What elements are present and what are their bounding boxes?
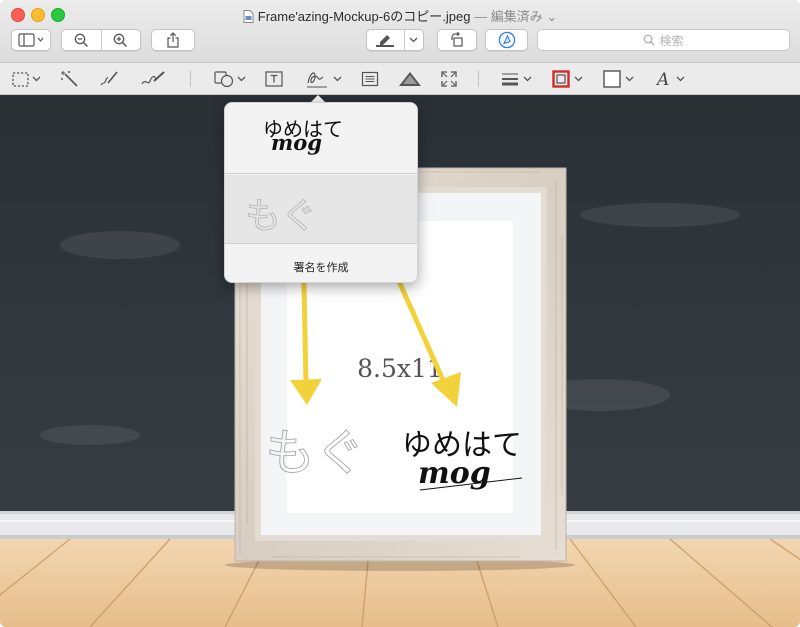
titlebar: Frame'azing-Mockup-6のコピー.jpeg — 編集済み ⌄ 検… bbox=[0, 0, 800, 63]
draw-pen-icon bbox=[141, 71, 165, 85]
signature-popover: ゆめはて mog もぐ 署名を作成 bbox=[224, 102, 418, 283]
sketch-pen-icon bbox=[100, 71, 118, 86]
draw-tool[interactable] bbox=[140, 69, 166, 89]
highlighter-icon bbox=[376, 35, 395, 47]
adjust-color-tool[interactable] bbox=[398, 69, 422, 89]
placed-signature-handwritten: もぐ bbox=[265, 424, 365, 482]
signature-item-handwritten-text: もぐ bbox=[245, 196, 318, 238]
rotate-button[interactable] bbox=[437, 29, 477, 51]
adjust-color-icon bbox=[399, 72, 421, 86]
window-title-status[interactable]: — 編集済み ⌄ bbox=[474, 9, 557, 24]
chevron-down-icon bbox=[625, 76, 634, 82]
signature-item-handwritten[interactable]: もぐ bbox=[225, 175, 417, 243]
highlight-button[interactable] bbox=[367, 33, 404, 47]
zoom-in-icon bbox=[113, 33, 128, 47]
search-placeholder: 検索 bbox=[659, 33, 684, 48]
search-icon bbox=[644, 34, 655, 46]
border-color-tool[interactable] bbox=[552, 69, 583, 89]
note-icon bbox=[361, 71, 379, 87]
signature-item-line2-text: mog bbox=[271, 130, 322, 155]
zoom-out-button[interactable] bbox=[62, 33, 101, 48]
line-style-icon bbox=[502, 73, 518, 86]
window-title-filename: Frame'azing-Mockup-6のコピー.jpeg bbox=[257, 9, 471, 24]
toolbar-divider bbox=[190, 70, 191, 87]
frame-size-label: 8.5x11 bbox=[357, 354, 443, 383]
text-box-icon bbox=[265, 71, 283, 87]
window-title: Frame'azing-Mockup-6のコピー.jpeg — 編集済み ⌄ bbox=[0, 6, 800, 25]
markup-toolbar: A bbox=[0, 63, 800, 95]
shapes-icon bbox=[214, 71, 234, 88]
rotate-left-icon bbox=[451, 32, 463, 47]
popover-divider bbox=[225, 243, 417, 244]
document-icon bbox=[243, 10, 254, 23]
popover-divider bbox=[225, 173, 417, 174]
text-tool[interactable] bbox=[265, 69, 283, 89]
text-style-icon: A bbox=[656, 70, 669, 88]
line-style-tool[interactable] bbox=[501, 69, 532, 89]
zoom-segment bbox=[61, 29, 141, 51]
rectangular-selection-icon bbox=[12, 71, 29, 87]
magic-wand-icon bbox=[61, 71, 78, 87]
highlight-segment bbox=[366, 29, 424, 51]
signature-item-typed[interactable]: ゆめはて mog bbox=[225, 103, 417, 173]
share-button[interactable] bbox=[151, 29, 195, 51]
markup-toolbar-button[interactable] bbox=[485, 29, 528, 51]
placed-handwritten-signature[interactable]: もぐ bbox=[265, 424, 366, 483]
chevron-down-icon bbox=[523, 76, 532, 82]
preview-window: Frame'azing-Mockup-6のコピー.jpeg — 編集済み ⌄ 検… bbox=[0, 0, 800, 627]
toolbar-divider bbox=[478, 70, 479, 87]
chevron-down-icon bbox=[676, 76, 685, 82]
resize-icon bbox=[441, 71, 457, 87]
create-signature-button[interactable]: 署名を作成 bbox=[225, 259, 417, 275]
zoom-out-icon bbox=[74, 33, 88, 47]
chevron-down-icon bbox=[237, 76, 246, 82]
chevron-down-icon bbox=[333, 76, 342, 82]
share-icon bbox=[167, 32, 179, 48]
signature-icon bbox=[307, 72, 327, 88]
markup-pen-icon bbox=[498, 31, 515, 49]
note-tool[interactable] bbox=[361, 69, 379, 89]
text-style-tool[interactable]: A bbox=[656, 69, 685, 89]
highlight-menu-button[interactable] bbox=[405, 37, 423, 43]
sidebar-view-button[interactable] bbox=[11, 29, 51, 51]
shapes-tool[interactable] bbox=[214, 69, 246, 89]
instant-alpha-tool[interactable] bbox=[60, 69, 80, 89]
sidebar-icon bbox=[18, 33, 44, 47]
rectangular-selection-tool[interactable] bbox=[12, 69, 41, 89]
svg-text:A: A bbox=[656, 70, 669, 88]
chevron-down-icon bbox=[574, 76, 583, 82]
zoom-in-button[interactable] bbox=[101, 33, 140, 48]
border-color-icon bbox=[552, 70, 570, 88]
adjust-size-tool[interactable] bbox=[440, 69, 458, 89]
fill-color-icon bbox=[603, 70, 621, 88]
signature-tool[interactable] bbox=[305, 69, 342, 89]
chevron-down-icon bbox=[409, 37, 418, 43]
chevron-down-icon bbox=[32, 76, 41, 82]
sketch-tool[interactable] bbox=[99, 69, 119, 89]
search-field[interactable]: 検索 bbox=[537, 29, 790, 51]
fill-color-tool[interactable] bbox=[603, 69, 634, 89]
